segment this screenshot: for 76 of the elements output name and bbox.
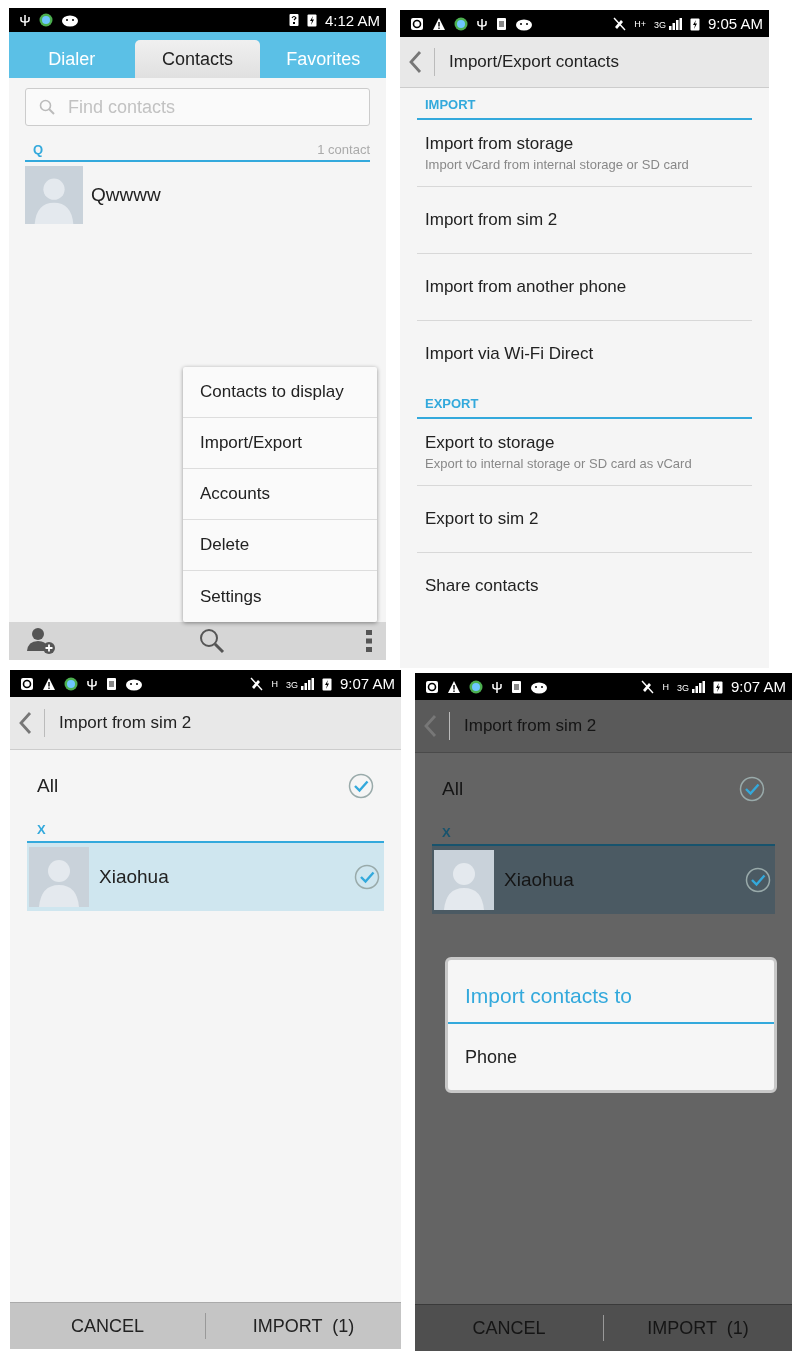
battery-charging-icon (306, 13, 317, 27)
signal-icon (690, 679, 705, 694)
signal-icon (299, 676, 314, 691)
contact-name: Xiaohua (99, 866, 169, 888)
sim-card-icon (288, 13, 299, 27)
add-contact-icon[interactable] (25, 627, 57, 655)
signal-type: 3G (676, 683, 689, 693)
battery-charging-icon (689, 16, 700, 31)
back-icon[interactable] (18, 711, 32, 735)
section-letter: Q (33, 142, 44, 157)
status-time: 9:07 AM (730, 678, 786, 695)
contact-count: 1 contact (317, 142, 370, 157)
tab[interactable]: Contacts (134, 40, 261, 78)
screen-title: Import/Export contacts (449, 52, 620, 72)
contact-name[interactable]: Qwwww (91, 184, 161, 206)
app-icon (469, 679, 483, 694)
menu-item[interactable]: Import/Export (183, 418, 377, 469)
dialog-option[interactable]: Phone (448, 1024, 774, 1090)
network-type: H+ (634, 18, 646, 29)
menu-item[interactable]: Accounts (183, 469, 377, 520)
list-item[interactable]: Import via Wi-Fi Direct (417, 321, 752, 387)
app-icon (64, 676, 78, 691)
warning-icon (432, 16, 446, 31)
list-item[interactable]: Share contacts (417, 553, 752, 619)
avatar-silhouette (25, 166, 83, 224)
dialog-title: Import contacts to (448, 960, 774, 1024)
network-type: H (662, 681, 669, 692)
warning-icon (447, 679, 461, 694)
usb-icon (19, 13, 31, 27)
menu-item[interactable]: Delete (183, 520, 377, 571)
signal-icon (667, 16, 682, 31)
status-time: 9:05 AM (707, 15, 763, 32)
contact-row[interactable]: Xiaohua (27, 843, 384, 911)
status-time: 4:12 AM (324, 11, 380, 29)
back-icon[interactable] (408, 50, 422, 74)
section-heading: EXPORT (417, 387, 752, 419)
sd-card-icon (496, 16, 507, 31)
sd-card-icon (511, 679, 522, 694)
menu-item[interactable]: Settings (183, 571, 377, 622)
action-button[interactable]: IMPORT (1) (206, 1303, 401, 1349)
search-field[interactable]: Find contacts (25, 88, 370, 126)
checkbox[interactable] (354, 864, 380, 890)
screen-title: Import from sim 2 (464, 716, 597, 736)
search-icon (39, 99, 55, 115)
section-heading: IMPORT (417, 88, 752, 120)
status-time: 9:07 AM (339, 675, 395, 692)
contact-name: Xiaohua (504, 869, 574, 891)
menu-item[interactable]: Contacts to display (183, 367, 377, 418)
select-all-label: All (37, 775, 59, 797)
checkbox[interactable] (739, 776, 765, 802)
warning-icon (42, 676, 56, 691)
signal-type: 3G (285, 680, 298, 690)
signal-type: 3G (653, 20, 666, 30)
overflow-menu-icon[interactable] (366, 630, 372, 652)
checkbox[interactable] (348, 773, 374, 799)
app-icon (454, 16, 468, 31)
sd-card-icon (106, 676, 117, 691)
action-button[interactable]: CANCEL (10, 1303, 205, 1349)
battery-charging-icon (712, 679, 723, 694)
usb-icon (86, 676, 98, 691)
avatar-silhouette (434, 850, 494, 910)
usb-icon (476, 16, 488, 31)
battery-charging-icon (321, 676, 332, 691)
avatar-silhouette (29, 847, 89, 907)
list-item[interactable]: Import from another phone (417, 254, 752, 321)
list-item[interactable]: Export to sim 2 (417, 486, 752, 553)
select-all-label: All (442, 778, 464, 800)
screen-title: Import from sim 2 (59, 713, 192, 733)
list-item[interactable]: Import from storage Import vCard from internal storage or SD card (417, 120, 752, 187)
network-type: H (271, 678, 278, 689)
app-icon (39, 13, 53, 27)
list-item[interactable]: Import from sim 2 (417, 187, 752, 254)
search-icon[interactable] (198, 628, 225, 654)
usb-icon (491, 679, 503, 694)
checkbox[interactable] (745, 867, 771, 893)
list-item[interactable]: Export to storage Export to internal storage or SD card as vCard (417, 419, 752, 486)
